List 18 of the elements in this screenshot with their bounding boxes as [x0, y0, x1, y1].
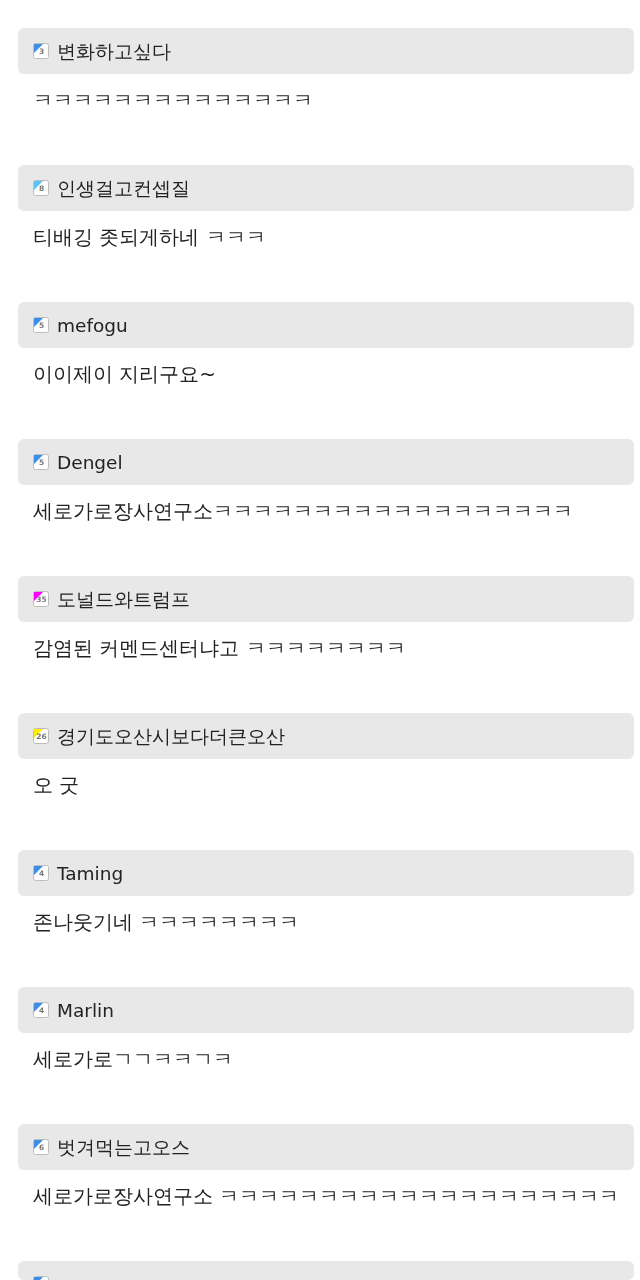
username[interactable]: Taming: [57, 865, 124, 882]
comment-text: 세로가로ㄱㄱㅋㅋㄱㅋ: [33, 1046, 234, 1073]
username[interactable]: 벗겨먹는고오스: [57, 1139, 190, 1156]
comment-text: 감염된 커멘드센터냐고 ㅋㅋㅋㅋㅋㅋㅋㅋ: [33, 635, 407, 662]
username[interactable]: Marlin: [57, 1002, 114, 1019]
comment-text: 세로가로장사연구소 ㅋㅋㅋㅋㅋㅋㅋㅋㅋㅋㅋㅋㅋㅋㅋㅋㅋㅋㅋㅋ: [33, 1183, 621, 1210]
username[interactable]: Dengel: [57, 454, 123, 471]
comment-text: 티배깅 좃되게하네 ㅋㅋㅋ: [33, 224, 267, 251]
comment-text: 오 굿: [33, 772, 81, 799]
username[interactable]: mefogu: [57, 317, 128, 334]
comment-text: 세로가로장사연구소ㅋㅋㅋㅋㅋㅋㅋㅋㅋㅋㅋㅋㅋㅋㅋㅋㅋㅋ: [33, 498, 574, 525]
username[interactable]: 경기도오산시보다더큰오산: [57, 728, 285, 745]
username[interactable]: 변화하고싶다: [57, 43, 171, 60]
comment-text: 이이제이 지리구요~: [33, 361, 218, 388]
username[interactable]: 도널드와트럼프: [57, 591, 190, 608]
comment-text: 존나웃기네 ㅋㅋㅋㅋㅋㅋㅋㅋ: [33, 909, 301, 936]
comment-text: ㅋㅋㅋㅋㅋㅋㅋㅋㅋㅋㅋㅋㅋㅋ: [33, 87, 314, 114]
username[interactable]: 인생걸고컨셉질: [57, 180, 190, 197]
